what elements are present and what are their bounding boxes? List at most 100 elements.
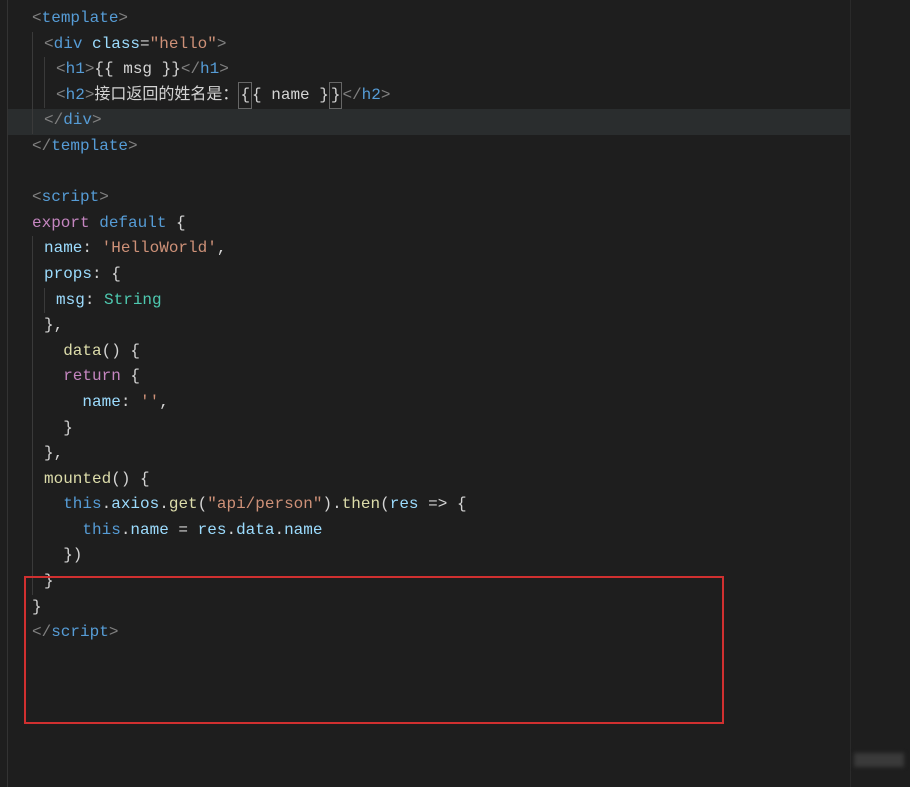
string: "api/person" [207,492,322,518]
code-line[interactable]: } [32,416,850,442]
tag-name: div [54,32,83,58]
tag-bracket: > [85,57,95,83]
punct: ( [380,492,390,518]
minimap[interactable] [850,0,910,787]
code-line[interactable]: } [32,595,850,621]
punct: . [102,492,112,518]
tag-name: template [42,6,119,32]
brace: { [121,364,140,390]
code-line[interactable]: <h1>{{ msg }}</h1> [32,57,850,83]
editor-gutter [0,0,8,787]
punct: . [226,518,236,544]
string: 'HelloWorld' [102,236,217,262]
property: props [44,262,92,288]
function-name: data [63,339,101,365]
text-content: 接口返回的姓名是： [94,83,238,109]
brace: } [32,595,42,621]
arrow: => { [419,492,467,518]
code-content[interactable]: <template> <div class="hello"> <h1>{{ ms… [8,0,850,787]
space [90,211,100,237]
brace: { [166,211,185,237]
code-line[interactable]: export default { [32,211,850,237]
property: name [82,390,120,416]
code-line[interactable]: props: { [32,262,850,288]
type-name: String [104,288,162,314]
brace: } [63,416,73,442]
attr-name: class [82,32,140,58]
code-line[interactable]: <div class="hello"> [32,32,850,58]
punct: : { [92,262,121,288]
mustache-expr: {{ msg }} [94,57,180,83]
tag-bracket: > [109,620,119,646]
code-line[interactable]: name: 'HelloWorld', [32,236,850,262]
punct: . [121,518,131,544]
keyword: this [63,492,101,518]
tag-bracket: > [99,185,109,211]
variable: name [130,518,168,544]
function-name: get [169,492,198,518]
bracket-match: } [329,82,343,110]
punct: : [82,236,101,262]
punct: () { [102,339,140,365]
tag-name: h2 [66,83,85,109]
tag-bracket: </ [181,57,200,83]
bracket-match: { [238,82,252,110]
code-line[interactable]: mounted() { [32,467,850,493]
code-line[interactable]: this.axios.get("api/person").then(res =>… [32,492,850,518]
code-line[interactable]: this.name = res.data.name [32,518,850,544]
code-line[interactable]: <h2>接口返回的姓名是：{{ name }}</h2> [32,83,850,109]
function-name: then [342,492,380,518]
code-line[interactable]: data() { [32,339,850,365]
tag-bracket: < [44,32,54,58]
code-line[interactable]: <script> [32,185,850,211]
minimap-region [854,753,904,767]
code-line[interactable]: </div> [32,108,850,134]
tag-bracket: < [56,83,66,109]
tag-bracket: < [32,185,42,211]
code-line[interactable]: </script> [32,620,850,646]
code-line[interactable]: name: '', [32,390,850,416]
code-line[interactable]: <template> [32,6,850,32]
code-line[interactable]: }) [32,543,850,569]
code-line[interactable]: }, [32,441,850,467]
code-line[interactable]: }, [32,313,850,339]
tag-bracket: > [217,32,227,58]
tag-bracket: < [56,57,66,83]
keyword: this [82,518,120,544]
property: name [44,236,82,262]
tag-name: div [63,108,92,134]
brace: } [44,569,54,595]
keyword: default [99,211,166,237]
keyword: export [32,211,90,237]
code-line[interactable]: } [32,569,850,595]
brace: }, [44,313,63,339]
tag-bracket: </ [32,620,51,646]
brace: }) [63,543,82,569]
tag-bracket: > [85,83,95,109]
variable: res [198,518,227,544]
punct: . [332,492,342,518]
code-line[interactable]: </template> [32,134,850,160]
tag-bracket: > [118,6,128,32]
code-editor[interactable]: <template> <div class="hello"> <h1>{{ ms… [0,0,910,787]
punct: , [217,236,227,262]
punct: : [85,288,104,314]
property: msg [56,288,85,314]
punct: . [274,518,284,544]
tag-bracket: > [381,83,391,109]
mustache-expr: { name } [252,83,329,109]
punct: ) [322,492,332,518]
code-line[interactable]: msg: String [32,288,850,314]
attr-value: "hello" [150,32,217,58]
punct: , [159,390,169,416]
code-line[interactable]: return { [32,364,850,390]
tag-bracket: > [219,57,229,83]
tag-bracket: < [32,6,42,32]
variable: axios [111,492,159,518]
punct: : [121,390,140,416]
tag-bracket: </ [32,134,51,160]
tag-name: script [42,185,100,211]
tag-bracket: > [92,108,102,134]
variable: data [236,518,274,544]
code-line-empty[interactable] [32,160,850,186]
